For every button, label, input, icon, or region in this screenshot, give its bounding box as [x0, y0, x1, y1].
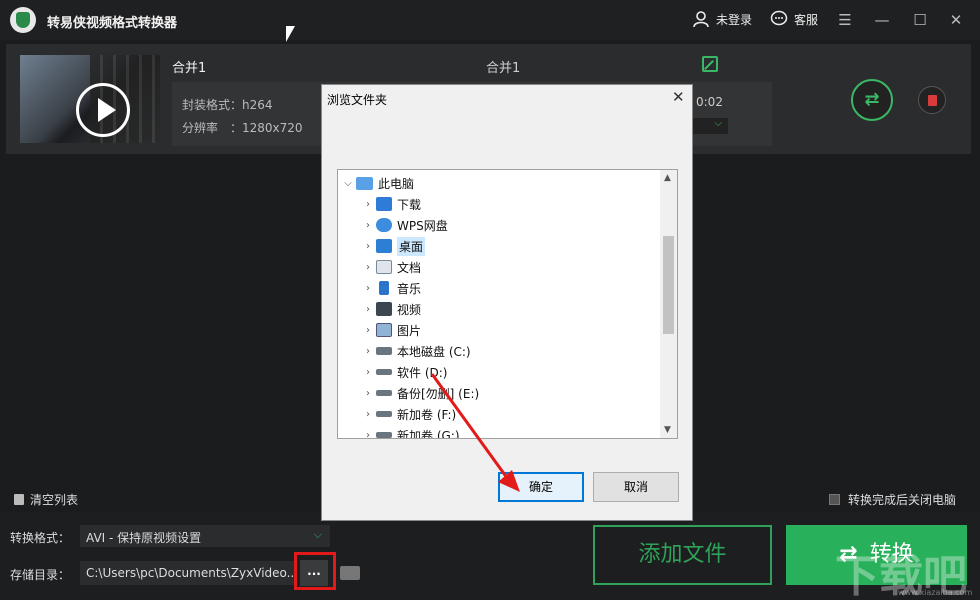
chevron-right-icon[interactable]: › — [360, 241, 376, 252]
directory-path-field[interactable]: C:\Users\pc\Documents\ZyxVideo... — [80, 561, 294, 585]
picture-icon — [376, 323, 392, 337]
format-select[interactable]: AVI - 保持原视频设置 ⌵ — [80, 525, 330, 547]
delete-icon[interactable] — [918, 86, 946, 114]
tree-item[interactable]: › 视频 — [360, 299, 421, 319]
app-title: 转易侠视频格式转换器 — [47, 16, 178, 31]
drive-icon — [376, 347, 392, 355]
drive-icon — [376, 411, 392, 417]
chevron-right-icon[interactable]: › — [360, 325, 376, 336]
download-icon — [376, 197, 392, 211]
tree-item[interactable]: › 下载 — [360, 194, 421, 214]
output-settings: 转换格式： AVI - 保持原视频设置 ⌵ 存储目录： C:\Users\pc\… — [0, 512, 980, 600]
tree-item[interactable]: › WPS网盘 — [360, 215, 448, 235]
tree-scrollbar[interactable]: ▲ ▼ — [660, 170, 677, 438]
chevron-right-icon[interactable]: › — [360, 220, 376, 231]
title-bar: 转易侠视频格式转换器 未登录 客服 ☰ — ☐ ✕ — [0, 0, 980, 40]
desktop-icon — [376, 239, 392, 253]
highlight-box — [294, 552, 336, 590]
trash-icon — [14, 494, 24, 505]
drive-icon — [376, 390, 392, 396]
resolution-info: 分辨率 ：1280x720 — [182, 121, 303, 135]
chevron-down-icon: ⌵ — [313, 528, 322, 541]
chevron-down-icon[interactable]: ⌵ — [340, 178, 356, 189]
chevron-right-icon[interactable]: › — [360, 367, 376, 378]
music-icon — [379, 281, 389, 295]
tree-item[interactable]: › 桌面 — [360, 236, 426, 256]
tree-item[interactable]: › 图片 — [360, 320, 421, 340]
tree-item[interactable]: › 备份[勿删] (E:) — [360, 383, 479, 403]
maximize-button[interactable]: ☐ — [910, 10, 930, 30]
customer-service-button[interactable]: 客服 — [770, 10, 818, 28]
scroll-down-icon[interactable]: ▼ — [664, 425, 671, 435]
chevron-right-icon[interactable]: › — [360, 409, 376, 420]
document-icon — [376, 260, 392, 274]
scroll-thumb[interactable] — [663, 236, 674, 334]
video-thumbnail[interactable] — [20, 55, 160, 143]
clear-list-label: 清空列表 — [30, 493, 79, 507]
chat-icon — [770, 10, 788, 26]
tree-item[interactable]: › 软件 (D:) — [360, 362, 447, 382]
login-label: 未登录 — [716, 12, 753, 27]
minimize-button[interactable]: — — [872, 10, 892, 30]
tree-item[interactable]: › 新加卷 (F:) — [360, 404, 456, 424]
tree-item[interactable]: › 音乐 — [360, 278, 421, 298]
user-icon — [693, 11, 709, 28]
chevron-right-icon[interactable]: › — [360, 283, 376, 294]
watermark-url: www.xiazaiba.com — [898, 588, 973, 597]
output-name: 合并1 — [486, 61, 521, 76]
shutdown-after-label: 转换完成后关闭电脑 — [848, 493, 957, 507]
browse-folder-dialog: 浏览文件夹 ✕ ⌵ 此电脑 › 下载 › WPS网盘 › 桌面 › 文档 › 音… — [321, 84, 693, 521]
chevron-right-icon[interactable]: › — [360, 304, 376, 315]
chevron-right-icon[interactable]: › — [360, 199, 376, 210]
chevron-right-icon[interactable]: › — [360, 388, 376, 399]
cancel-button[interactable]: 取消 — [593, 472, 679, 502]
service-label: 客服 — [794, 12, 819, 27]
play-icon[interactable] — [76, 83, 130, 137]
add-file-button[interactable]: 添加文件 — [593, 525, 772, 585]
chevron-right-icon[interactable]: › — [360, 262, 376, 273]
drive-icon — [376, 369, 392, 375]
cloud-icon — [376, 218, 392, 232]
tree-item[interactable]: › 本地磁盘 (C:) — [360, 341, 471, 361]
format-label: 转换格式： — [10, 531, 71, 545]
checkbox-icon[interactable] — [829, 494, 840, 505]
scroll-up-icon[interactable]: ▲ — [664, 173, 671, 183]
clear-list-button[interactable]: 清空列表 — [14, 491, 78, 508]
tree-item[interactable]: › 文档 — [360, 257, 421, 277]
edit-icon[interactable] — [702, 56, 718, 72]
tree-item[interactable]: ⌵ 此电脑 — [340, 173, 414, 193]
close-button[interactable]: ✕ — [946, 10, 966, 30]
chevron-right-icon[interactable]: › — [360, 430, 376, 439]
app-logo-icon — [10, 7, 36, 33]
mouse-cursor-icon — [286, 26, 295, 42]
folder-tree[interactable]: ⌵ 此电脑 › 下载 › WPS网盘 › 桌面 › 文档 › 音乐 › 视频 ›… — [337, 169, 678, 439]
dialog-close-button[interactable]: ✕ — [672, 88, 685, 106]
quality-dropdown[interactable]: ⌵ — [692, 118, 728, 134]
format-info: 封装格式：h264 — [182, 98, 273, 112]
dialog-title: 浏览文件夹 — [327, 93, 388, 107]
video-icon — [376, 302, 392, 316]
menu-icon[interactable]: ☰ — [835, 10, 855, 30]
drive-icon — [376, 432, 392, 438]
convert-item-button[interactable]: ⇄ — [851, 79, 893, 121]
tree-item[interactable]: › 新加卷 (G:) — [360, 425, 460, 439]
computer-icon — [356, 176, 373, 190]
shutdown-after-checkbox[interactable]: 转换完成后关闭电脑 — [829, 491, 956, 508]
format-value: AVI - 保持原视频设置 — [86, 531, 202, 545]
duration-text: 0:02 — [696, 95, 723, 109]
login-button[interactable]: 未登录 — [692, 10, 752, 28]
open-folder-icon[interactable] — [340, 566, 360, 580]
chevron-right-icon[interactable]: › — [360, 346, 376, 357]
file-name: 合并1 — [172, 61, 207, 76]
ok-button[interactable]: 确定 — [498, 472, 584, 502]
directory-label: 存储目录： — [10, 568, 71, 582]
